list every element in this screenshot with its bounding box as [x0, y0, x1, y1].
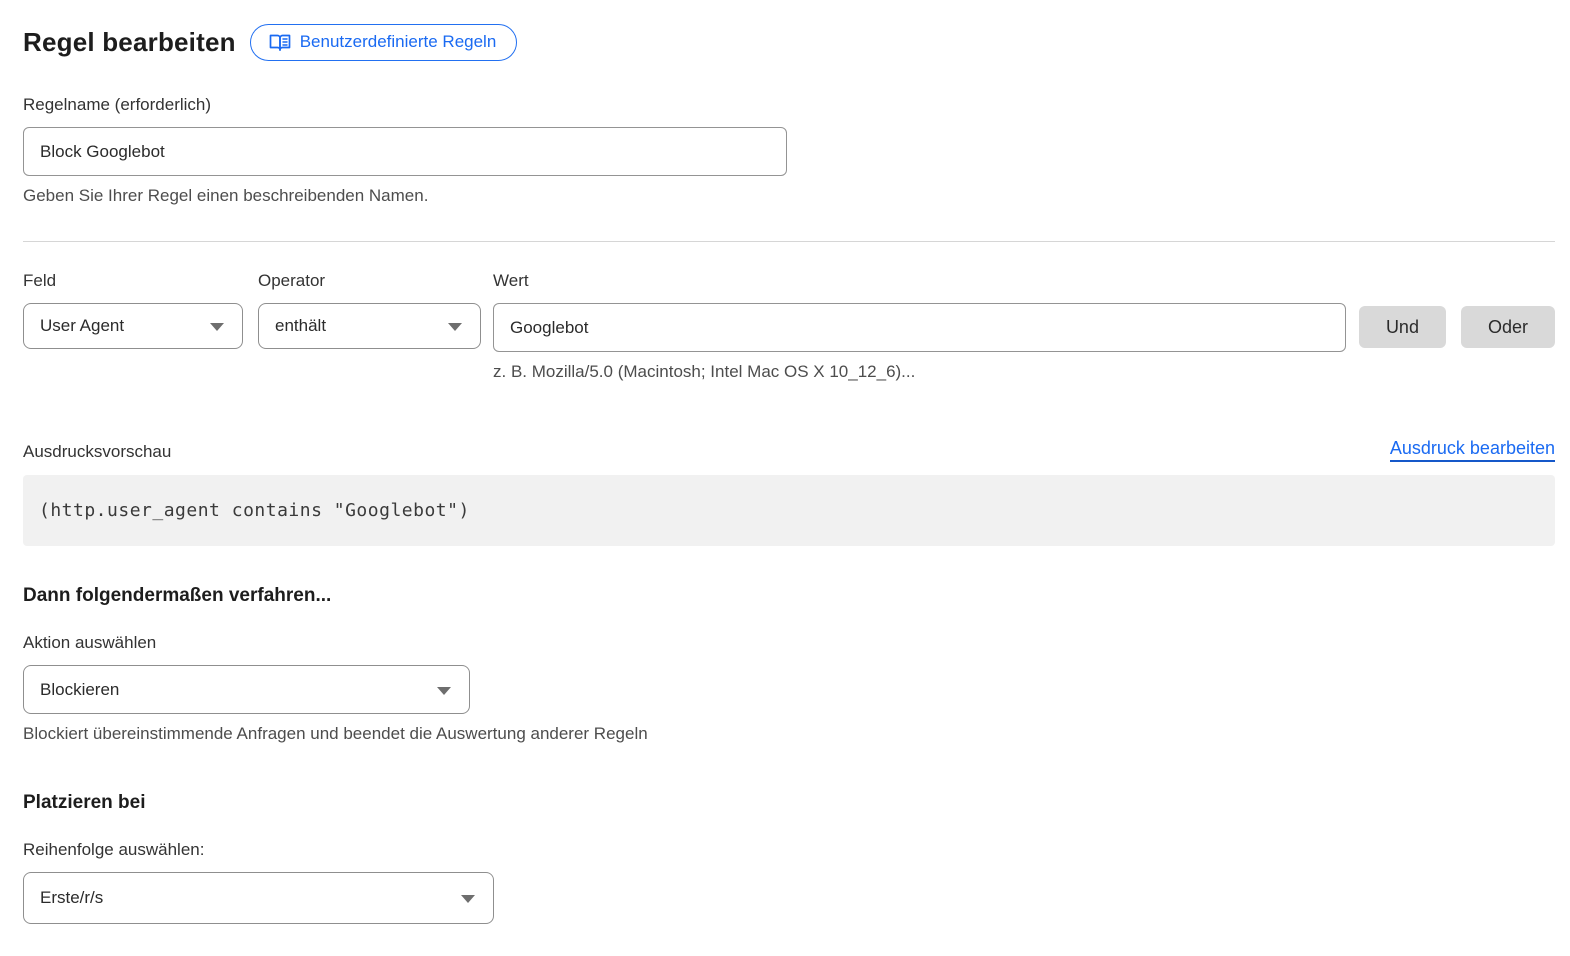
value-help: z. B. Mozilla/5.0 (Macintosh; Intel Mac …: [493, 362, 1346, 382]
action-select[interactable]: Blockieren: [23, 665, 470, 714]
dropdown-caret-icon: [437, 687, 451, 695]
action-heading: Dann folgendermaßen verfahren...: [23, 585, 1555, 607]
operator-label: Operator: [258, 271, 481, 291]
value-label: Wert: [493, 271, 1346, 291]
field-select[interactable]: User Agent: [23, 303, 243, 349]
order-select[interactable]: Erste/r/s: [23, 872, 494, 924]
placement-section: Platzieren bei Reihenfolge auswählen: Er…: [23, 792, 1555, 924]
custom-rules-badge-button[interactable]: Benutzerdefinierte Regeln: [250, 24, 518, 61]
operator-column: Operator enthält: [258, 271, 481, 349]
expression-code-block: (http.user_agent contains "Googlebot"): [23, 475, 1555, 546]
open-book-icon: [269, 33, 291, 52]
rule-name-help: Geben Sie Ihrer Regel einen beschreibend…: [23, 186, 1555, 206]
field-column: Feld User Agent: [23, 271, 243, 349]
custom-rules-badge-label: Benutzerdefinierte Regeln: [300, 32, 497, 52]
page-title: Regel bearbeiten: [23, 27, 236, 58]
logic-buttons: Und Oder: [1359, 271, 1555, 348]
placement-heading: Platzieren bei: [23, 792, 1555, 814]
condition-row: Feld User Agent Operator enthält Wert z.…: [23, 271, 1555, 382]
expression-preview-label: Ausdrucksvorschau: [23, 442, 171, 462]
edit-expression-link[interactable]: Ausdruck bearbeiten: [1390, 438, 1555, 462]
rule-name-label: Regelname (erforderlich): [23, 95, 1555, 115]
action-help: Blockiert übereinstimmende Anfragen und …: [23, 724, 1555, 744]
dropdown-caret-icon: [461, 895, 475, 903]
or-button[interactable]: Oder: [1461, 306, 1555, 348]
edit-rule-page: Regel bearbeiten Benutzerdefinierte Rege…: [0, 0, 1570, 956]
expression-section: Ausdrucksvorschau Ausdruck bearbeiten (h…: [23, 438, 1555, 546]
page-header: Regel bearbeiten Benutzerdefinierte Rege…: [23, 24, 1555, 61]
operator-select[interactable]: enthält: [258, 303, 481, 349]
order-select-value: Erste/r/s: [40, 888, 103, 908]
section-divider: [23, 241, 1555, 242]
rule-name-input[interactable]: [23, 127, 787, 176]
action-section: Dann folgendermaßen verfahren... Aktion …: [23, 585, 1555, 744]
dropdown-caret-icon: [448, 323, 462, 331]
expression-code: (http.user_agent contains "Googlebot"): [39, 500, 470, 521]
rule-name-section: Regelname (erforderlich) Geben Sie Ihrer…: [23, 95, 1555, 206]
field-select-value: User Agent: [40, 316, 124, 336]
field-label: Feld: [23, 271, 243, 291]
value-column: Wert z. B. Mozilla/5.0 (Macintosh; Intel…: [493, 271, 1346, 382]
value-input[interactable]: [493, 303, 1346, 352]
and-button[interactable]: Und: [1359, 306, 1446, 348]
action-select-value: Blockieren: [40, 680, 119, 700]
action-select-label: Aktion auswählen: [23, 633, 1555, 653]
order-select-label: Reihenfolge auswählen:: [23, 840, 1555, 860]
dropdown-caret-icon: [210, 323, 224, 331]
operator-select-value: enthält: [275, 316, 326, 336]
